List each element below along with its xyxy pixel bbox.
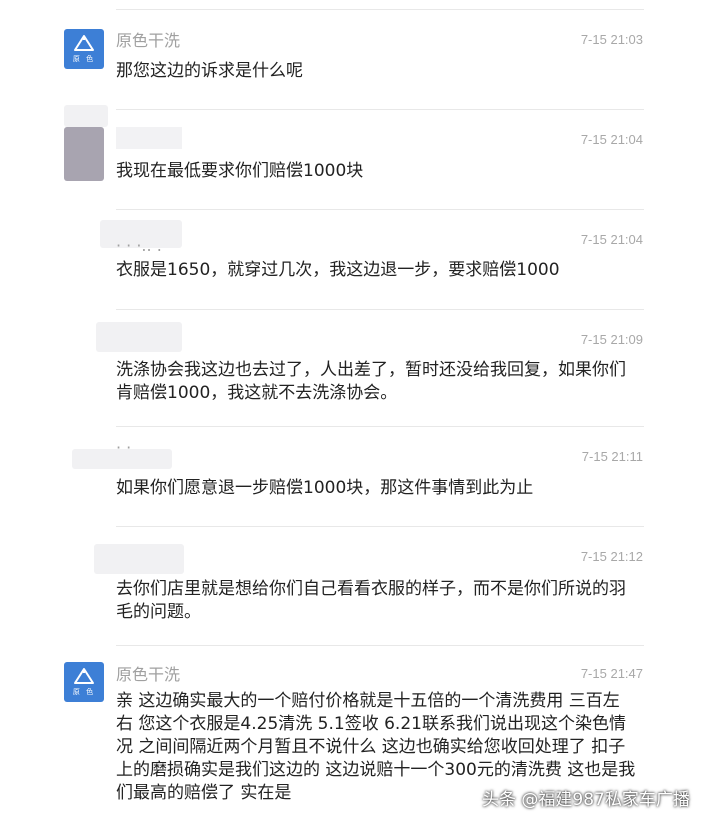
sender-name [116,127,182,149]
sender-name: 原色干洗 [116,31,181,50]
message-text: 如果你们愿意退一步赔偿1000块，那这件事情到此为止 [116,478,534,498]
sender-name: 原色干洗 [116,665,181,684]
source-watermark: 头条 @福建987私家车广播 [482,790,690,810]
message-text: 衣服是1650，就穿过几次，我这边退一步，要求赔偿1000 [116,260,560,280]
sender-name: · · ·.. . [116,236,162,255]
message-text: 洗涤协会我这边也去过了，人出差了，暂时还没给我回复，如果你们肯赔偿1000，我这… [116,360,626,403]
brand-logo-text: 原 色 [72,688,96,696]
message-time: 7-15 21:11 [581,449,643,464]
message-time: 7-15 21:09 [580,332,643,347]
message-text: 那您这边的诉求是什么呢 [116,61,303,81]
chat-history: 原 色 原色干洗 7-15 21:03 那您这边的诉求是什么呢 7-15 21:… [0,0,727,827]
sender-name: · · [116,438,132,457]
message-time: 7-15 21:12 [580,549,643,564]
message-text: 去你们店里就是想给你们自己看看衣服的样子，而不是你们所说的羽毛的问题。 [116,579,626,622]
message-divider [116,645,644,646]
brand-logo-text: 原 色 [72,55,96,63]
blurred-avatar[interactable] [94,544,184,574]
message-time: 7-15 21:04 [580,132,643,147]
message-time: 7-15 21:03 [580,32,643,47]
hanger-icon [74,668,94,684]
message-divider [116,526,644,527]
message-divider [116,209,644,210]
message-divider [116,426,644,427]
blurred-avatar[interactable] [64,127,104,181]
message-time: 7-15 21:47 [580,666,643,681]
message-text: 我现在最低要求你们赔偿1000块 [116,161,364,181]
blurred-avatar-top [64,105,108,127]
message-divider [116,9,644,10]
blurred-avatar[interactable] [96,322,182,352]
brand-avatar[interactable]: 原 色 [64,662,104,702]
message-time: 7-15 21:04 [580,232,643,247]
brand-avatar[interactable]: 原 色 [64,29,104,69]
hanger-icon [74,35,94,51]
message-divider [116,309,644,310]
message-divider [116,109,644,110]
